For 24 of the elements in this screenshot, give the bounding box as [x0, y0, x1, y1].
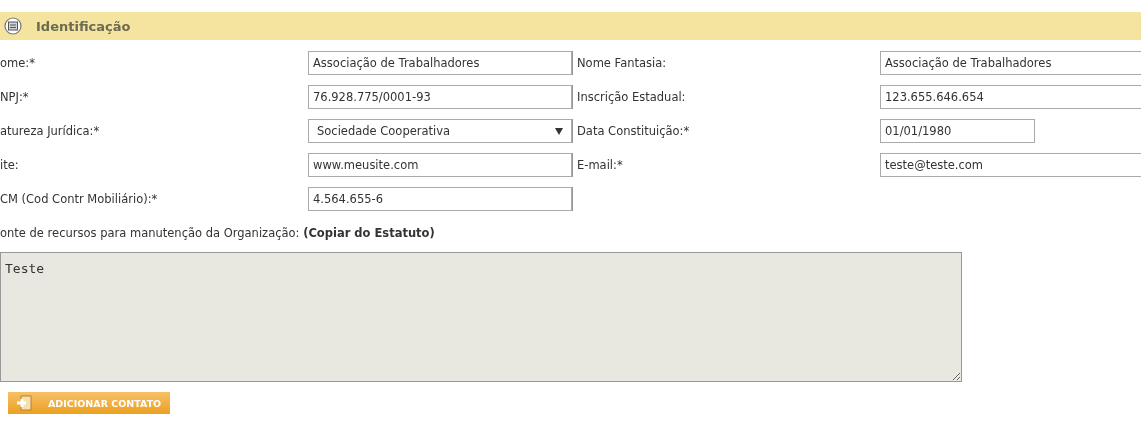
field-label: ite:	[0, 158, 19, 172]
text-field[interactable]: 01/01/1980	[880, 119, 1035, 143]
text-area[interactable]: Teste	[0, 252, 962, 382]
text-field[interactable]: 76.928.775/0001-93	[308, 85, 572, 109]
text-field[interactable]: Associação de Trabalhadores	[308, 51, 572, 75]
section-title: Identificação	[36, 18, 131, 34]
resources-label: onte de recursos para manutenção da Organização: (Copiar do Estatuto)	[0, 226, 436, 240]
add-icon	[14, 395, 34, 411]
field-label: ome:*	[0, 56, 35, 70]
text-field[interactable]: 4.564.655-6	[308, 187, 572, 211]
field-label: atureza Jurídica:*	[0, 124, 100, 138]
text-field[interactable]: 123.655.646.654	[880, 85, 1141, 109]
form-icon	[4, 17, 22, 35]
text-field[interactable]: teste@teste.com	[880, 153, 1141, 177]
dropdown[interactable]: Sociedade Cooperativa	[308, 119, 572, 143]
text-field[interactable]: Associação de Trabalhadores	[880, 51, 1141, 75]
field-label: Data Constituição:*	[577, 124, 690, 138]
caret-icon	[555, 127, 563, 135]
field-label: Inscrição Estadual:	[577, 90, 686, 104]
field-label: E-mail:*	[577, 158, 623, 172]
field-label: Nome Fantasia:	[577, 56, 667, 70]
field-label: CM (Cod Contr Mobiliário):*	[0, 192, 158, 206]
text-field[interactable]: www.meusite.com	[308, 153, 572, 177]
field-label: NPJ:*	[0, 90, 29, 104]
